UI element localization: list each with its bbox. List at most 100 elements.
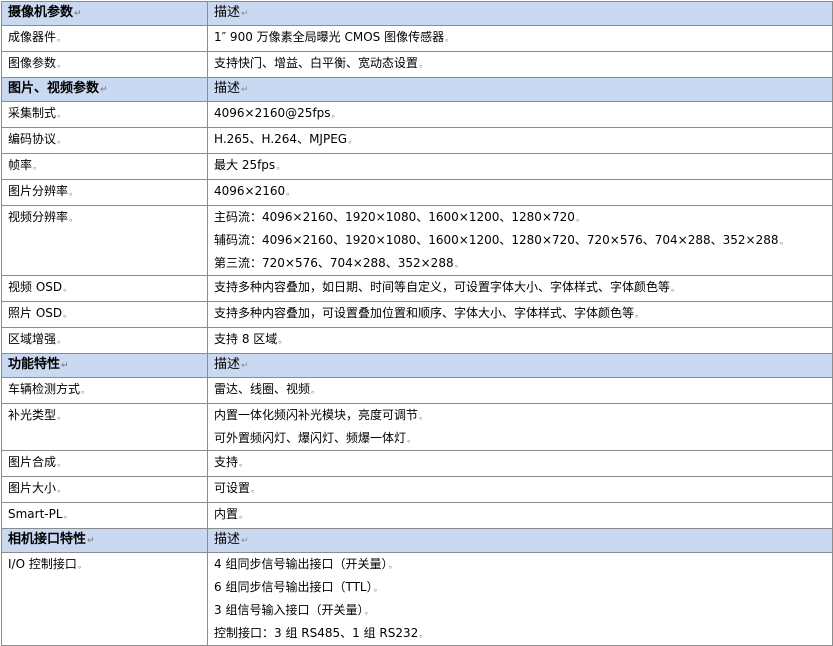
- table-row: 视频分辨率。 主码流：4096×2160、1920×1080、1600×1200、…: [1, 205, 833, 276]
- spec-table: 摄像机参数↵ 描述↵ 成像器件。 1″ 900 万像素全局曝光 CMOS 图像传感器。…: [1, 1, 833, 646]
- section-header-text: 摄像机参数: [8, 5, 74, 20]
- param-name-cell: 图片合成。: [1, 450, 208, 477]
- section-header-row: 功能特性↵ 描述↵: [1, 353, 833, 378]
- param-value-cell: 4096×2160@25fps。: [207, 101, 833, 128]
- cell-mark: 。: [445, 34, 455, 44]
- param-name: 图片合成: [8, 455, 57, 469]
- paragraph-mark: ↵: [87, 536, 95, 546]
- cell-mark: 。: [81, 386, 91, 396]
- param-value-cell: 雷达、线圈、视频。: [207, 377, 833, 404]
- table-row: 帧率。 最大 25fps。: [1, 153, 833, 180]
- param-value-text: 3 组信号输入接口（开关量）: [214, 603, 364, 617]
- table-row: 图像参数。 支持快门、增益、白平衡、宽动态设置。: [1, 51, 833, 78]
- table-row: 采集制式。 4096×2160@25fps。: [1, 101, 833, 128]
- param-value-text: 内置: [214, 507, 239, 521]
- param-value-cell: 可设置。: [207, 476, 833, 503]
- section-header-desc: 描述↵: [207, 528, 833, 553]
- section-header-desc: 描述↵: [207, 77, 833, 102]
- param-value-text: 第三流：720×576、704×288、352×288: [214, 256, 454, 270]
- param-value-line: 辅码流：4096×2160、1920×1080、1600×1200、1280×7…: [214, 229, 832, 252]
- section-desc-text: 描述: [214, 81, 241, 96]
- param-value-line: 4 组同步信号输出接口（开关量）。: [214, 554, 832, 577]
- cell-mark: 。: [419, 412, 429, 422]
- param-value-line: 6 组同步信号输出接口（TTL）。: [214, 576, 832, 599]
- cell-mark: 。: [57, 459, 67, 469]
- section-header-title: 图片、视频参数↵: [1, 77, 208, 102]
- table-row: 图片分辨率。 4096×2160。: [1, 179, 833, 206]
- param-name-cell: 采集制式。: [1, 101, 208, 128]
- section-header-title: 相机接口特性↵: [1, 528, 208, 553]
- param-name-cell: 视频 OSD。: [1, 275, 208, 302]
- table-row: 编码协议。 H.265、H.264、MJPEG。: [1, 127, 833, 154]
- param-value-cell: 1″ 900 万像素全局曝光 CMOS 图像传感器。: [207, 25, 833, 52]
- cell-mark: 。: [251, 485, 261, 495]
- section-header-desc: 描述↵: [207, 1, 833, 26]
- section-desc-text: 描述: [214, 357, 241, 372]
- param-value-text: 6 组同步信号输出接口（TTL）: [214, 580, 373, 594]
- param-value-line: 可设置。: [214, 478, 832, 501]
- param-value-text: 雷达、线圈、视频: [214, 382, 311, 396]
- param-value-line: 4096×2160。: [214, 181, 832, 204]
- cell-mark: 。: [239, 511, 249, 521]
- param-value-line: H.265、H.264、MJPEG。: [214, 129, 832, 152]
- table-row: 图片合成。 支持。: [1, 450, 833, 477]
- table-row: 车辆检测方式。 雷达、线圈、视频。: [1, 377, 833, 404]
- param-name-cell: 区域增强。: [1, 327, 208, 354]
- param-value-text: 1″ 900 万像素全局曝光 CMOS 图像传感器: [214, 30, 445, 44]
- param-name: 视频 OSD: [8, 280, 63, 294]
- param-value-text: 支持多种内容叠加，可设置叠加位置和顺序、字体大小、字体样式、字体颜色等: [214, 306, 635, 320]
- param-name-cell: 图片分辨率。: [1, 179, 208, 206]
- param-value-cell: 4 组同步信号输出接口（开关量）。 6 组同步信号输出接口（TTL）。 3 组信号输…: [207, 552, 833, 646]
- param-value-cell: H.265、H.264、MJPEG。: [207, 127, 833, 154]
- param-name-cell: 视频分辨率。: [1, 205, 208, 276]
- param-name-cell: 图片大小。: [1, 476, 208, 503]
- cell-mark: 。: [635, 310, 645, 320]
- param-value-cell: 支持多种内容叠加，如日期、时间等自定义，可设置字体大小、字体样式、字体颜色等。: [207, 275, 833, 302]
- cell-mark: 。: [388, 561, 398, 571]
- table-row: 补光类型。 内置一体化频闪补光模块，亮度可调节。 可外置频闪灯、爆闪灯、频爆一体灯。: [1, 403, 833, 451]
- cell-mark: 。: [63, 511, 73, 521]
- param-name: 成像器件: [8, 30, 57, 44]
- cell-mark: 。: [407, 435, 417, 445]
- table-row: 照片 OSD。 支持多种内容叠加，可设置叠加位置和顺序、字体大小、字体样式、字体颜…: [1, 301, 833, 328]
- param-value-text: 内置一体化频闪补光模块，亮度可调节: [214, 408, 419, 422]
- table-row: 成像器件。 1″ 900 万像素全局曝光 CMOS 图像传感器。: [1, 25, 833, 52]
- cell-mark: 。: [63, 310, 73, 320]
- param-value-line: 内置一体化频闪补光模块，亮度可调节。: [214, 405, 832, 428]
- param-value-text: 主码流：4096×2160、1920×1080、1600×1200、1280×7…: [214, 210, 575, 224]
- section-desc-text: 描述: [214, 532, 241, 547]
- param-name: 区域增强: [8, 332, 57, 346]
- cell-mark: 。: [286, 188, 296, 198]
- param-name: Smart-PL: [8, 507, 63, 521]
- cell-mark: 。: [671, 284, 681, 294]
- param-name: 采集制式: [8, 106, 57, 120]
- table-row: Smart-PL。 内置。: [1, 502, 833, 529]
- param-value-line: 4096×2160@25fps。: [214, 103, 832, 126]
- param-value-cell: 最大 25fps。: [207, 153, 833, 180]
- cell-mark: 。: [575, 214, 585, 224]
- param-value-line: 1″ 900 万像素全局曝光 CMOS 图像传感器。: [214, 27, 832, 50]
- cell-mark: 。: [57, 34, 67, 44]
- cell-mark: 。: [311, 386, 321, 396]
- section-desc-text: 描述: [214, 5, 241, 20]
- param-value-line: 主码流：4096×2160、1920×1080、1600×1200、1280×7…: [214, 207, 832, 230]
- cell-mark: 。: [57, 485, 67, 495]
- table-row: I/O 控制接口。 4 组同步信号输出接口（开关量）。 6 组同步信号输出接口（TT…: [1, 552, 833, 646]
- section-header-text: 图片、视频参数: [8, 81, 100, 96]
- cell-mark: 。: [419, 60, 429, 70]
- param-value-line: 雷达、线圈、视频。: [214, 379, 832, 402]
- paragraph-mark: ↵: [61, 361, 69, 371]
- paragraph-mark: ↵: [241, 361, 249, 371]
- cell-mark: 。: [77, 561, 87, 571]
- param-name: 补光类型: [8, 408, 57, 422]
- table-row: 图片大小。 可设置。: [1, 476, 833, 503]
- cell-mark: 。: [419, 630, 429, 640]
- param-value-text: 控制接口：3 组 RS485、1 组 RS232: [214, 626, 419, 640]
- param-value-cell: 内置一体化频闪补光模块，亮度可调节。 可外置频闪灯、爆闪灯、频爆一体灯。: [207, 403, 833, 451]
- cell-mark: 。: [373, 584, 383, 594]
- paragraph-mark: ↵: [100, 85, 108, 95]
- param-name-cell: 编码协议。: [1, 127, 208, 154]
- table-row: 区域增强。 支持 8 区域。: [1, 327, 833, 354]
- param-value-line: 支持多种内容叠加，可设置叠加位置和顺序、字体大小、字体样式、字体颜色等。: [214, 303, 832, 326]
- param-name-cell: I/O 控制接口。: [1, 552, 208, 646]
